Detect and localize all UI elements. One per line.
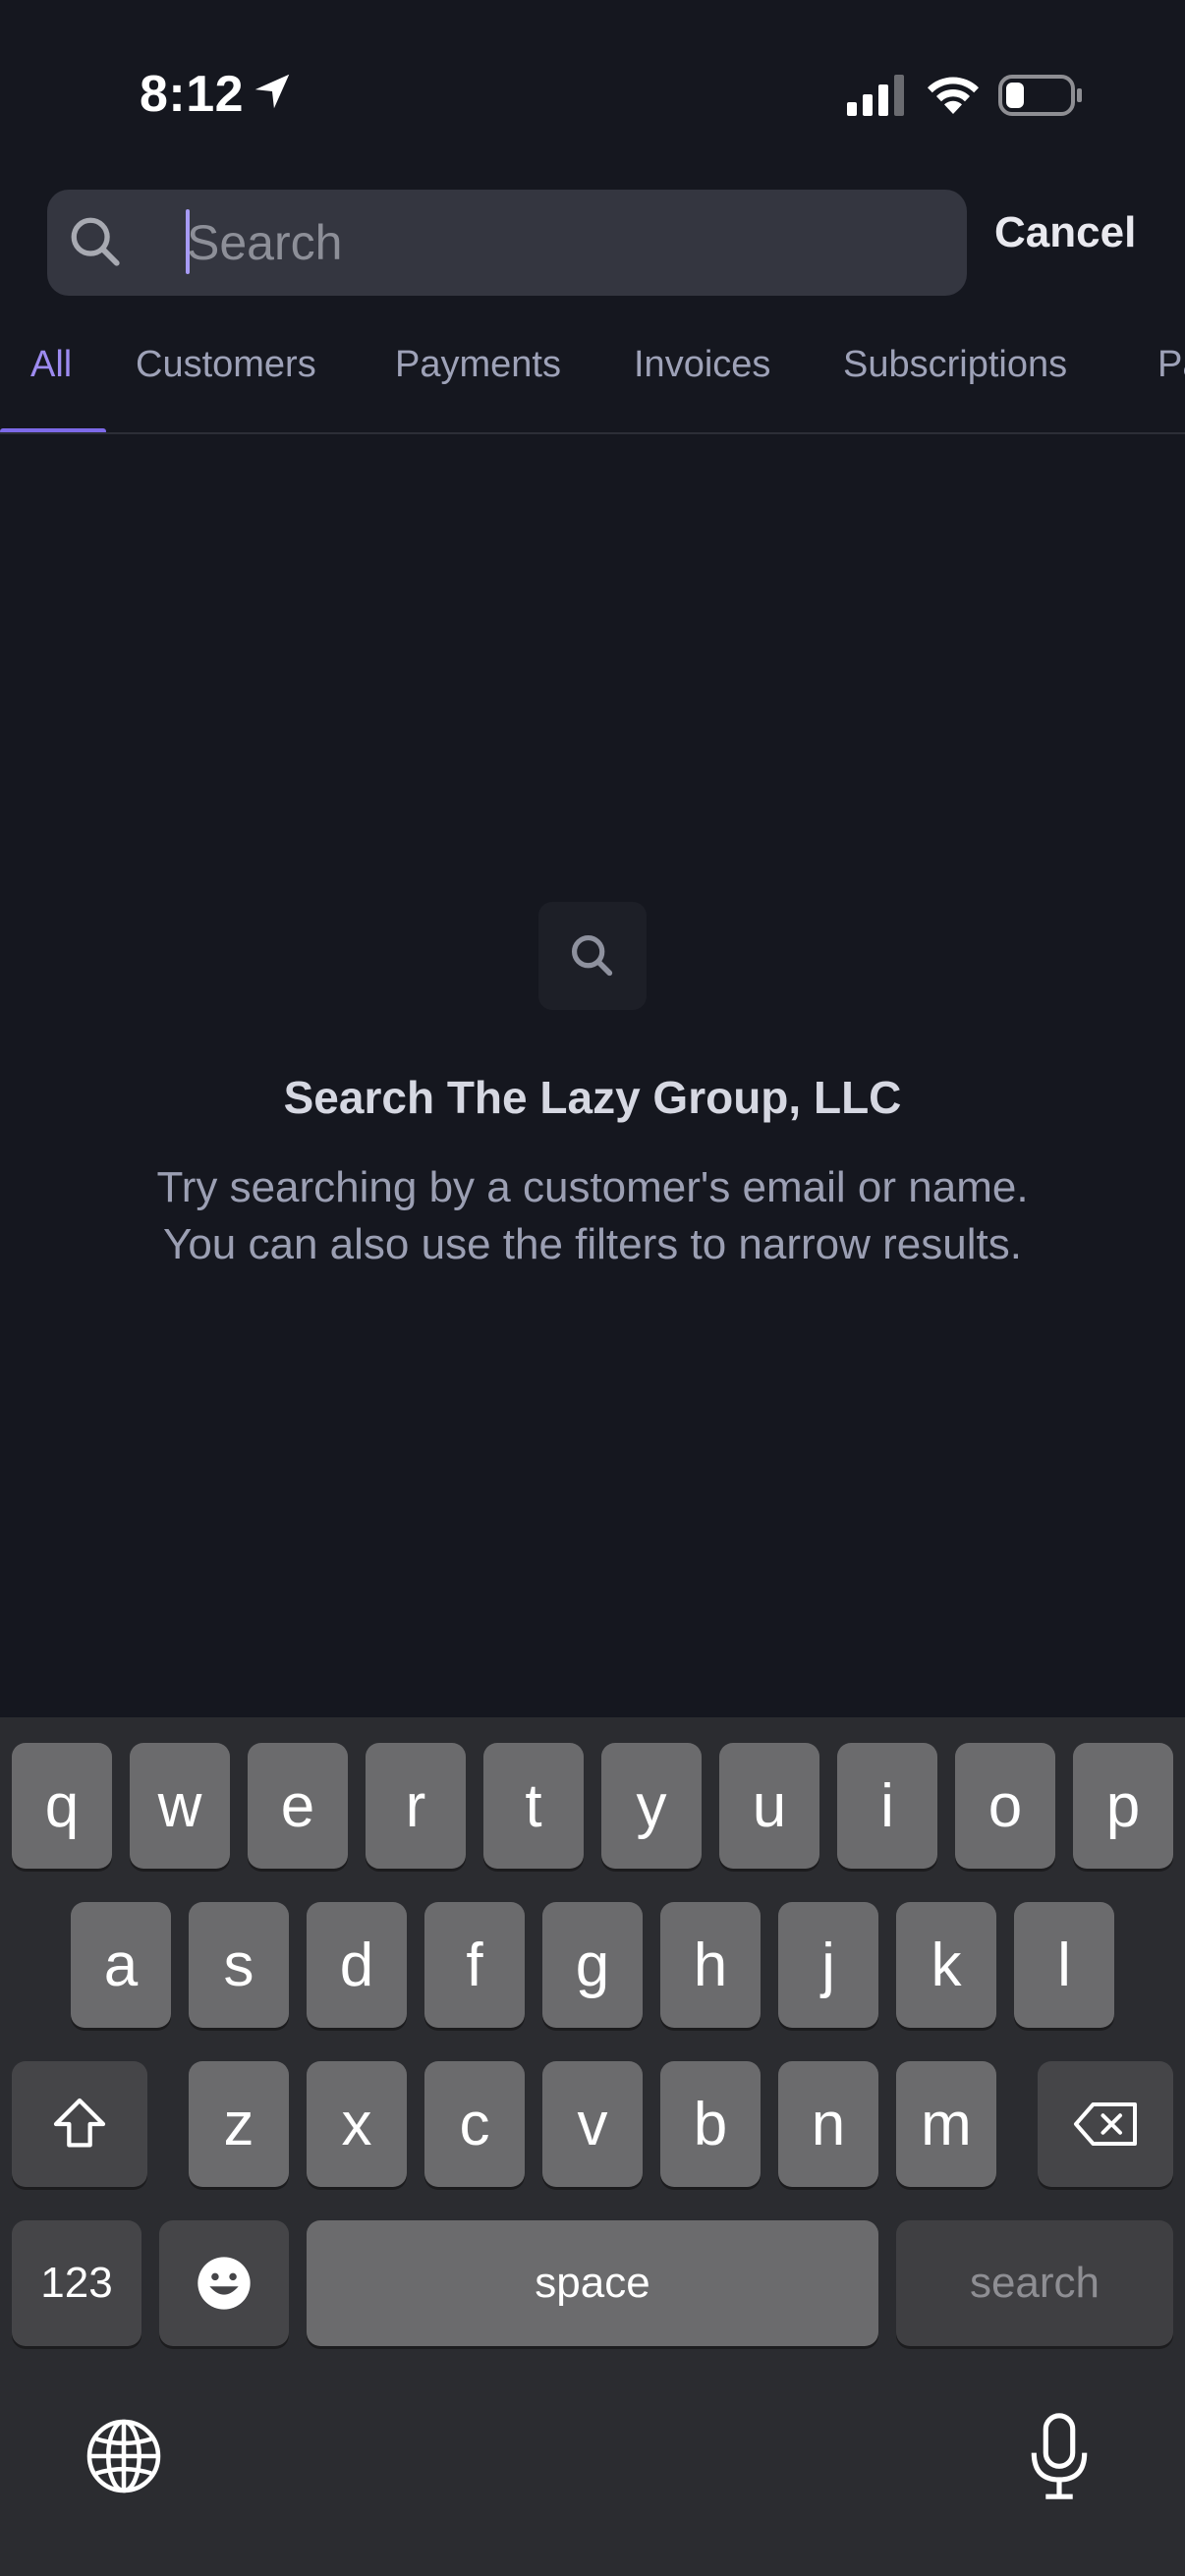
location-arrow-icon — [254, 74, 290, 109]
keyboard: q w e r t y u i o p a s d f g h j k l z … — [0, 1717, 1185, 2576]
text-cursor — [186, 209, 190, 274]
tab-subscriptions[interactable]: Subscriptions — [843, 344, 1067, 386]
empty-state-icon-box — [538, 902, 647, 1010]
key-n[interactable]: n — [778, 2061, 878, 2187]
cellular-signal-icon — [847, 75, 904, 116]
key-w[interactable]: w — [130, 1743, 230, 1869]
tab-payments[interactable]: Payments — [395, 344, 561, 386]
tab-invoices[interactable]: Invoices — [634, 344, 770, 386]
filter-tabs: All Customers Payments Invoices Subscrip… — [0, 326, 1185, 434]
active-tab-indicator — [0, 428, 106, 432]
space-key[interactable]: space — [307, 2220, 878, 2346]
key-g[interactable]: g — [542, 1902, 643, 2028]
delete-key[interactable] — [1038, 2061, 1173, 2187]
empty-state-title: Search The Lazy Group, LLC — [283, 1072, 902, 1123]
status-time: 8:12 — [140, 66, 245, 123]
empty-state-line-1: Try searching by a customer's email or n… — [156, 1163, 1029, 1211]
empty-state-description: Try searching by a customer's email or n… — [0, 1159, 1185, 1273]
microphone-icon[interactable] — [1018, 2409, 1100, 2503]
key-t[interactable]: t — [483, 1743, 584, 1869]
key-m[interactable]: m — [896, 2061, 996, 2187]
key-x[interactable]: x — [307, 2061, 407, 2187]
search-input[interactable] — [187, 190, 933, 296]
key-l[interactable]: l — [1014, 1902, 1114, 2028]
search-key[interactable]: search — [896, 2220, 1173, 2346]
key-y[interactable]: y — [601, 1743, 702, 1869]
key-f[interactable]: f — [424, 1902, 525, 2028]
search-icon — [571, 934, 613, 977]
key-a[interactable]: a — [71, 1902, 171, 2028]
battery-icon — [998, 75, 1082, 116]
search-icon — [71, 217, 120, 266]
backspace-icon — [1074, 2102, 1137, 2146]
key-r[interactable]: r — [366, 1743, 466, 1869]
key-o[interactable]: o — [955, 1743, 1055, 1869]
tab-customers[interactable]: Customers — [136, 344, 316, 386]
key-s[interactable]: s — [189, 1902, 289, 2028]
wifi-icon — [928, 77, 979, 114]
tab-all[interactable]: All — [30, 344, 72, 386]
empty-state-line-2: You can also use the filters to narrow r… — [163, 1220, 1022, 1268]
key-q[interactable]: q — [12, 1743, 112, 1869]
emoji-key[interactable] — [159, 2220, 289, 2346]
key-v[interactable]: v — [542, 2061, 643, 2187]
shift-icon — [53, 2098, 106, 2148]
key-i[interactable]: i — [837, 1743, 937, 1869]
key-k[interactable]: k — [896, 1902, 996, 2028]
key-u[interactable]: u — [719, 1743, 819, 1869]
key-b[interactable]: b — [660, 2061, 761, 2187]
globe-icon[interactable] — [83, 2415, 165, 2497]
key-z[interactable]: z — [189, 2061, 289, 2187]
search-field[interactable] — [47, 190, 967, 296]
emoji-icon — [198, 2257, 251, 2310]
key-h[interactable]: h — [660, 1902, 761, 2028]
status-bar: 8:12 — [0, 0, 1185, 167]
key-c[interactable]: c — [424, 2061, 525, 2187]
key-j[interactable]: j — [778, 1902, 878, 2028]
tab-pa[interactable]: Pa — [1157, 344, 1185, 386]
key-p[interactable]: p — [1073, 1743, 1173, 1869]
key-d[interactable]: d — [307, 1902, 407, 2028]
numbers-key[interactable]: 123 — [12, 2220, 141, 2346]
shift-key[interactable] — [12, 2061, 147, 2187]
cancel-button[interactable]: Cancel — [994, 208, 1136, 257]
key-e[interactable]: e — [248, 1743, 348, 1869]
